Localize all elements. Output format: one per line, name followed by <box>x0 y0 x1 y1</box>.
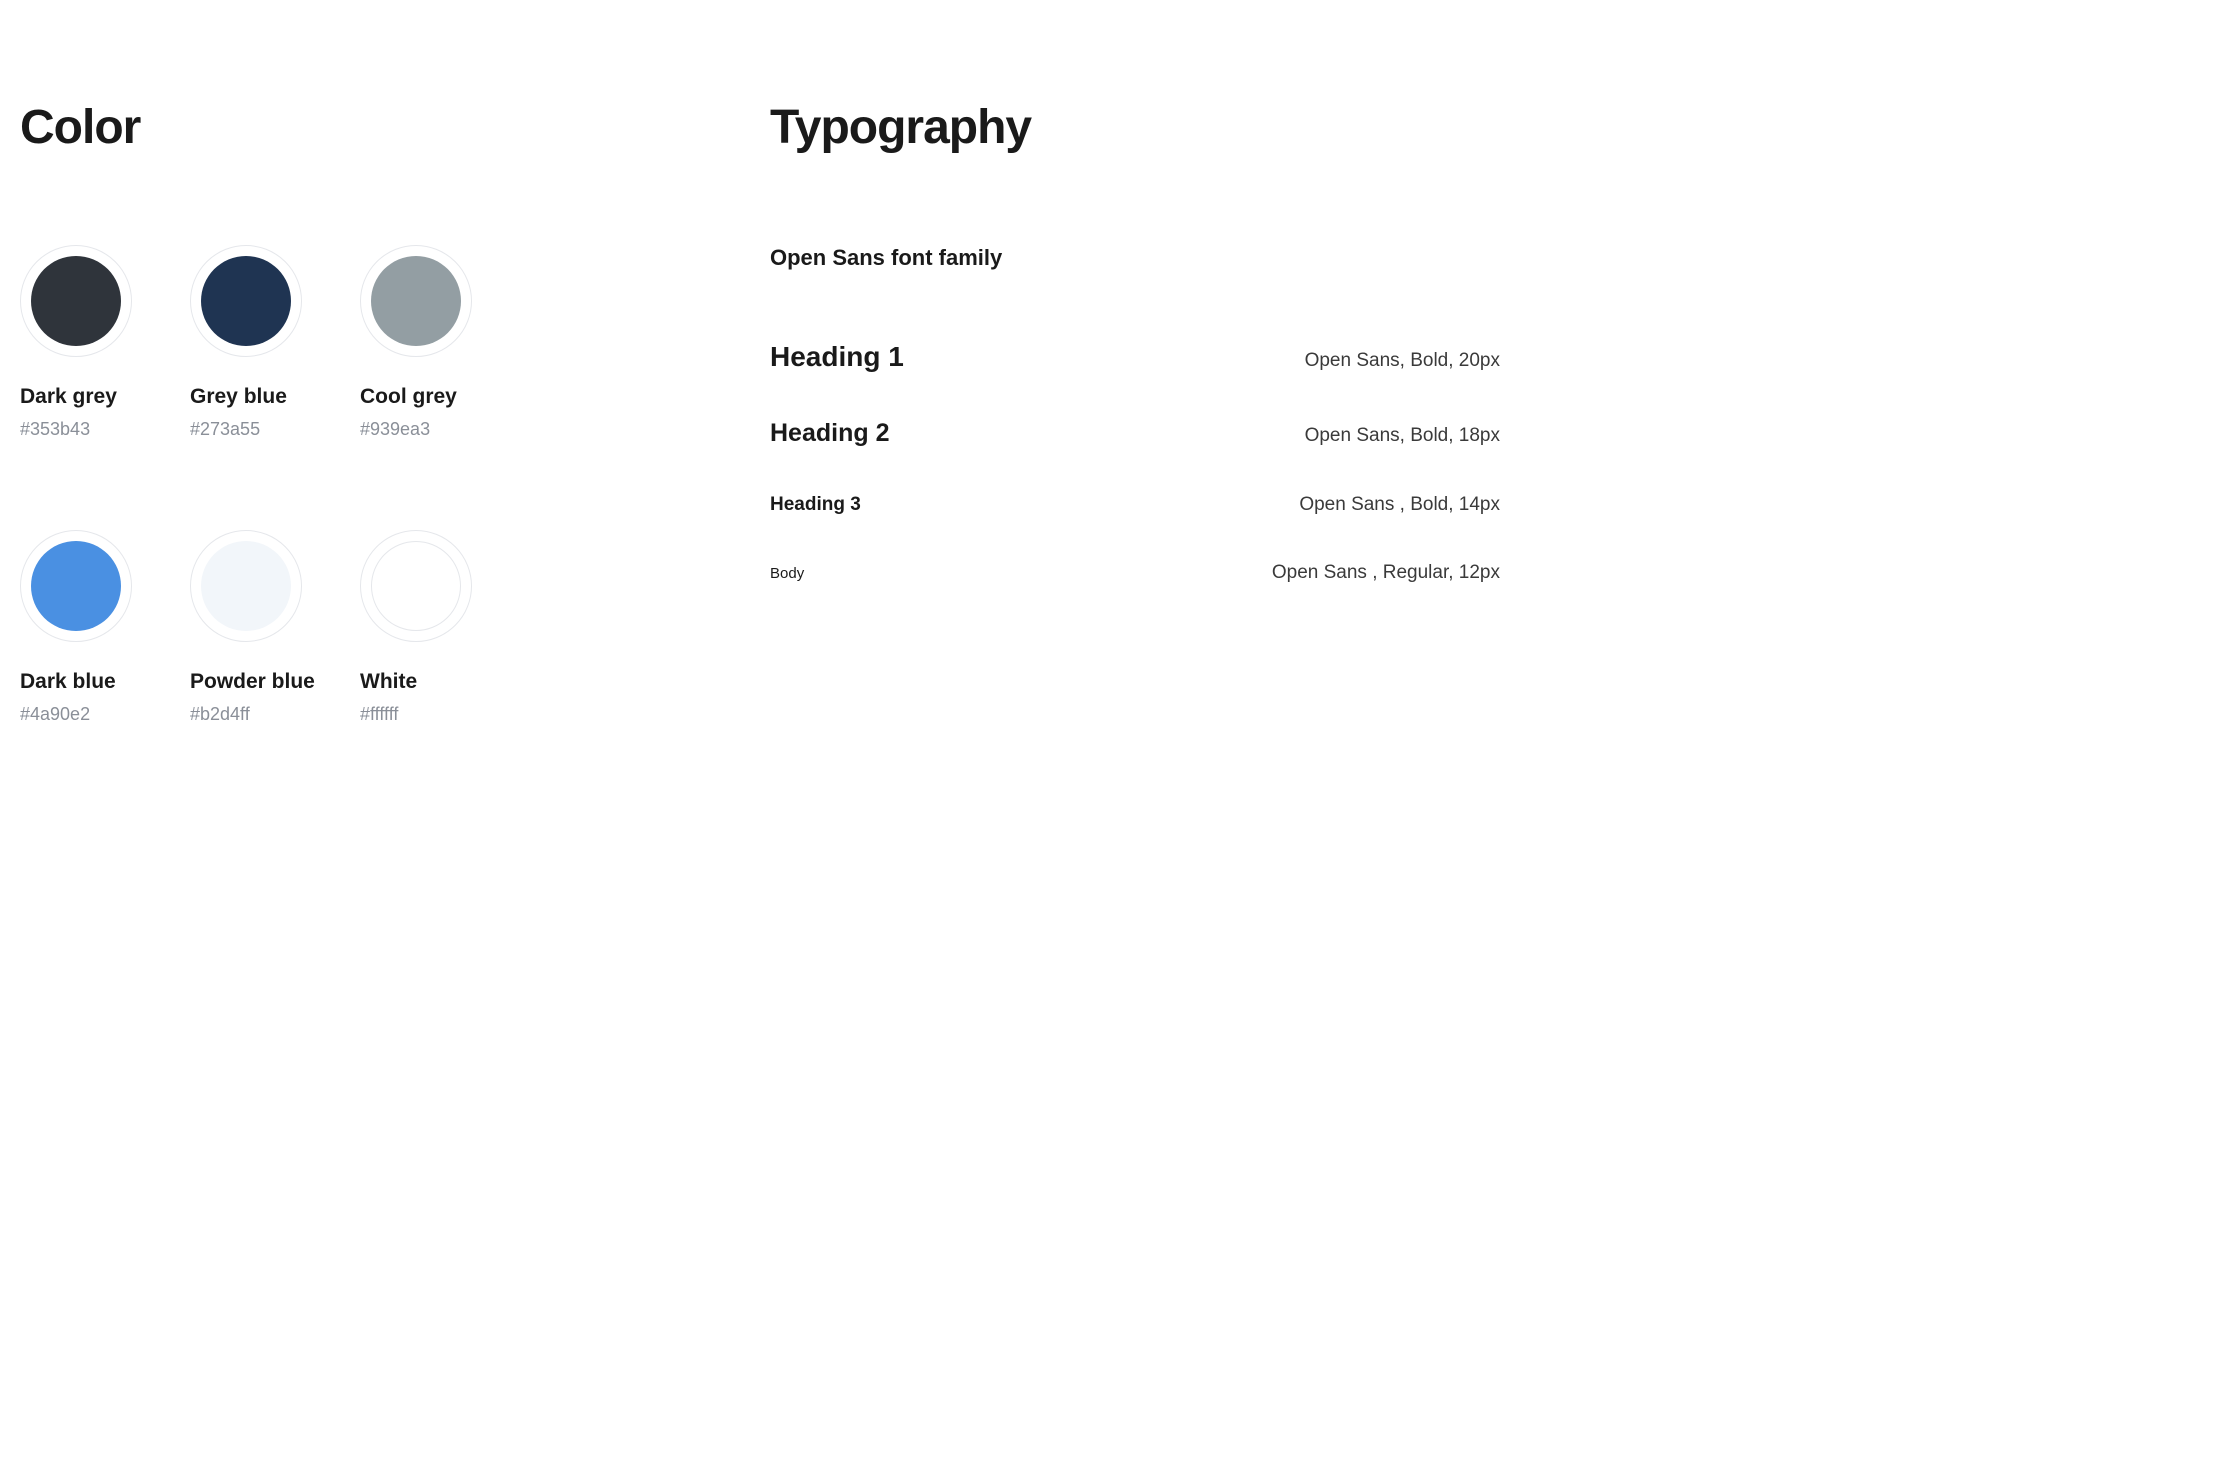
color-name: Dark grey <box>20 385 117 409</box>
color-hex: #939ea3 <box>360 419 430 440</box>
color-name: Powder blue <box>190 670 315 694</box>
type-row-heading-1: Heading 1 Open Sans, Bold, 20px <box>770 341 1500 373</box>
color-swatch-cool-grey: Cool grey #939ea3 <box>360 245 530 440</box>
swatch-ring <box>190 245 302 357</box>
type-sample: Heading 1 <box>770 341 904 373</box>
style-guide-container: Color Dark grey #353b43 Grey blue #273a5… <box>20 100 1500 725</box>
type-sample: Heading 3 <box>770 494 861 516</box>
swatch-fill <box>31 541 121 631</box>
color-hex: #273a55 <box>190 419 260 440</box>
color-hex: #4a90e2 <box>20 704 90 725</box>
swatch-ring <box>360 245 472 357</box>
color-name: White <box>360 670 417 694</box>
color-name: Cool grey <box>360 385 457 409</box>
typography-section-title: Typography <box>770 100 1500 155</box>
swatch-fill <box>31 256 121 346</box>
type-sample: Body <box>770 565 804 582</box>
color-section: Color Dark grey #353b43 Grey blue #273a5… <box>20 100 530 725</box>
color-name: Grey blue <box>190 385 287 409</box>
type-row-body: Body Open Sans , Regular, 12px <box>770 562 1500 584</box>
font-family-label: Open Sans font family <box>770 245 1500 271</box>
color-swatch-dark-blue: Dark blue #4a90e2 <box>20 530 190 725</box>
type-spec: Open Sans, Bold, 20px <box>1305 350 1500 372</box>
color-swatch-grey-blue: Grey blue #273a55 <box>190 245 360 440</box>
color-swatch-powder-blue: Powder blue #b2d4ff <box>190 530 360 725</box>
type-spec: Open Sans , Bold, 14px <box>1299 494 1500 516</box>
color-swatch-white: White #ffffff <box>360 530 530 725</box>
type-spec: Open Sans, Bold, 18px <box>1305 425 1500 447</box>
type-spec: Open Sans , Regular, 12px <box>1272 562 1500 584</box>
type-row-heading-3: Heading 3 Open Sans , Bold, 14px <box>770 494 1500 516</box>
swatch-fill <box>201 541 291 631</box>
color-grid: Dark grey #353b43 Grey blue #273a55 Cool… <box>20 245 530 725</box>
swatch-ring <box>20 530 132 642</box>
swatch-ring <box>190 530 302 642</box>
color-hex: #353b43 <box>20 419 90 440</box>
color-name: Dark blue <box>20 670 116 694</box>
color-hex: #ffffff <box>360 704 398 725</box>
swatch-fill <box>201 256 291 346</box>
swatch-fill <box>371 541 461 631</box>
type-sample: Heading 2 <box>770 419 889 448</box>
color-section-title: Color <box>20 100 530 155</box>
swatch-ring <box>20 245 132 357</box>
color-hex: #b2d4ff <box>190 704 250 725</box>
swatch-ring <box>360 530 472 642</box>
typography-section: Typography Open Sans font family Heading… <box>770 100 1500 725</box>
type-row-heading-2: Heading 2 Open Sans, Bold, 18px <box>770 419 1500 448</box>
swatch-fill <box>371 256 461 346</box>
color-swatch-dark-grey: Dark grey #353b43 <box>20 245 190 440</box>
